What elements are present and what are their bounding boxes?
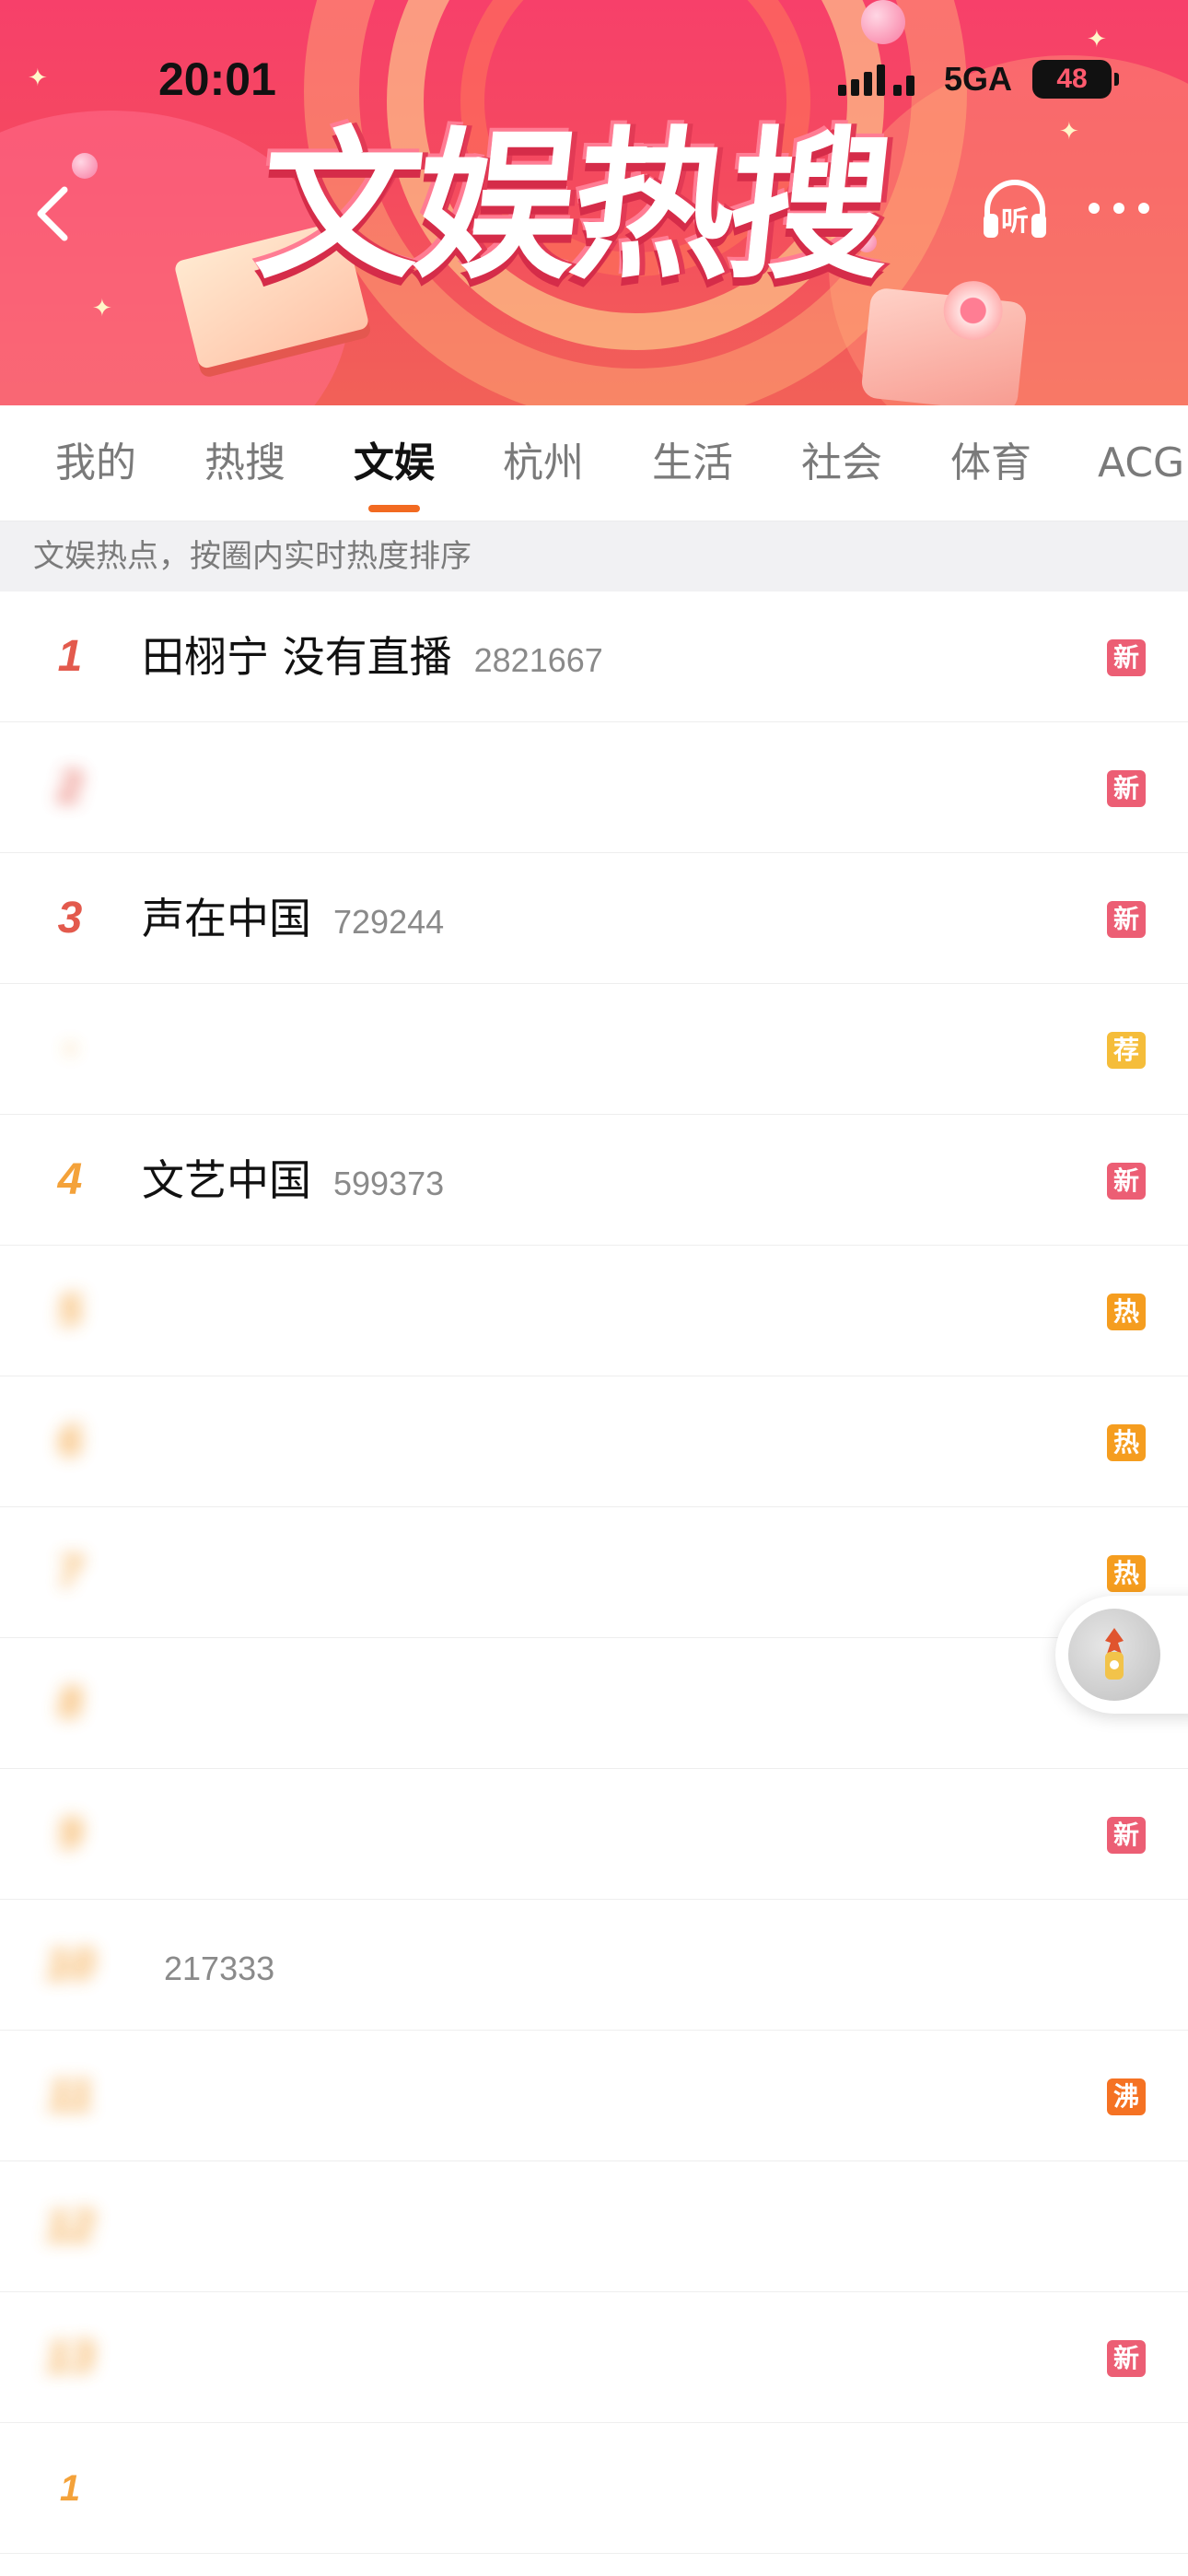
topic-text: 文艺中国 599373	[142, 1115, 444, 1246]
list-item[interactable]: 13 新	[0, 2292, 1188, 2423]
hot-search-list: 1 田栩宁 没有直播 2821667 新 2 新 3 声在中国 729244 新 •…	[0, 591, 1188, 2554]
sparkle-icon: ✦	[1059, 118, 1079, 146]
list-item[interactable]: 11 沸	[0, 2031, 1188, 2161]
heat-value: 217333	[164, 1950, 275, 1987]
topic-title: 文艺中国	[142, 1155, 311, 1205]
rank-number: 13	[45, 2333, 95, 2382]
tab-sports[interactable]: 体育	[950, 433, 1031, 494]
tab-mine[interactable]: 我的	[55, 433, 136, 494]
topic-text	[142, 984, 164, 1115]
heat-value: 729244	[333, 903, 445, 941]
list-item[interactable]: 4 文艺中国 599373 新	[0, 1115, 1188, 1246]
rank-number: 11	[47, 2071, 93, 2120]
list-item[interactable]: 12	[0, 2161, 1188, 2292]
rank-number: 7	[57, 1548, 83, 1597]
list-item[interactable]: 1	[0, 2423, 1188, 2554]
hot-badge: 热	[1107, 1555, 1146, 1592]
floating-assistant-button[interactable]	[1055, 1596, 1188, 1714]
rank-number: 1	[57, 632, 83, 681]
new-badge: 新	[1107, 901, 1146, 938]
camera-illustration	[860, 277, 1028, 405]
tab-society[interactable]: 社会	[801, 433, 882, 494]
rank-number: 8	[57, 1679, 83, 1727]
banner-decoration	[861, 0, 905, 44]
tab-entertainment[interactable]: 文娱	[354, 433, 435, 494]
listen-button[interactable]: 听	[976, 171, 1054, 249]
topic-text: 217333	[142, 1900, 274, 2031]
chevron-left-icon	[37, 186, 68, 241]
hot-badge: 热	[1107, 1294, 1146, 1330]
heat-value: 2821667	[473, 641, 603, 679]
sparkle-icon: ✦	[92, 295, 112, 322]
rank-number: 12	[45, 2202, 95, 2251]
more-button[interactable]	[1077, 175, 1160, 249]
list-item[interactable]: • 荐	[0, 984, 1188, 1115]
category-tabs: 我的 热搜 文娱 杭州 生活 社会 体育 ACG	[0, 405, 1188, 521]
rank-number: 9	[57, 1809, 83, 1858]
network-label: 5GA	[944, 60, 1013, 98]
rank-number: 2	[57, 763, 83, 812]
topic-title: 田栩宁 没有直播	[142, 632, 452, 682]
list-description: 文娱热点，按圈内实时热度排序	[0, 521, 1188, 591]
boiling-badge: 沸	[1107, 2078, 1146, 2115]
more-dots-icon	[1089, 203, 1149, 214]
sparkle-icon: ✦	[1087, 26, 1107, 53]
topic-text	[142, 1638, 164, 1769]
tab-hot-search[interactable]: 热搜	[204, 433, 285, 494]
list-item[interactable]: 10 217333	[0, 1900, 1188, 2031]
topic-text	[142, 1769, 164, 1900]
sparkle-icon: ✦	[28, 64, 48, 92]
signal-icon	[838, 63, 914, 96]
back-button[interactable]	[18, 175, 92, 249]
mascot-icon	[1068, 1609, 1160, 1701]
recommend-badge: 荐	[1107, 1032, 1146, 1069]
tab-hangzhou[interactable]: 杭州	[503, 433, 584, 494]
svg-text:听: 听	[1001, 205, 1029, 238]
topic-title: 声在中国	[142, 894, 311, 943]
new-badge: 新	[1107, 1163, 1146, 1200]
list-item[interactable]: 8	[0, 1638, 1188, 1769]
list-item[interactable]: 2 新	[0, 722, 1188, 853]
topic-text	[142, 2423, 164, 2554]
active-tab-indicator	[368, 505, 420, 512]
list-item[interactable]: 5 热	[0, 1246, 1188, 1376]
list-item[interactable]: 3 声在中国 729244 新	[0, 853, 1188, 984]
new-badge: 新	[1107, 639, 1146, 676]
rank-number: 5	[57, 1286, 83, 1335]
rank-number: 10	[45, 1940, 95, 1989]
topic-text: 田栩宁 没有直播 2821667	[142, 591, 603, 722]
page-title: 文娱热搜	[250, 112, 896, 301]
new-badge: 新	[1107, 2340, 1146, 2377]
headphones-icon: 听	[984, 180, 1046, 238]
tab-acg[interactable]: ACG	[1098, 433, 1184, 494]
topic-text	[142, 1376, 164, 1507]
topic-text	[142, 1246, 164, 1376]
heat-value: 599373	[333, 1165, 445, 1202]
hot-badge: 热	[1107, 1424, 1146, 1461]
status-indicators: 5GA 48	[838, 55, 1120, 103]
rank-number: 4	[57, 1155, 83, 1204]
topic-text: 声在中国 729244	[142, 853, 444, 984]
topic-text	[142, 722, 164, 853]
topic-text	[142, 2161, 164, 2292]
rank-number: 1	[59, 2468, 81, 2509]
status-time: 20:01	[158, 53, 276, 105]
battery-icon: 48	[1032, 60, 1120, 99]
list-item[interactable]: 7 热	[0, 1507, 1188, 1638]
topic-text	[142, 2031, 164, 2161]
topic-text	[142, 2292, 164, 2423]
rank-number: •	[64, 1034, 76, 1064]
topic-text	[142, 1507, 164, 1638]
list-item[interactable]: 1 田栩宁 没有直播 2821667 新	[0, 591, 1188, 722]
new-badge: 新	[1107, 770, 1146, 807]
list-item[interactable]: 9 新	[0, 1769, 1188, 1900]
tab-life[interactable]: 生活	[652, 433, 733, 494]
rank-number: 3	[57, 894, 83, 943]
new-badge: 新	[1107, 1817, 1146, 1854]
rank-number: 6	[57, 1417, 83, 1466]
list-item[interactable]: 6 热	[0, 1376, 1188, 1507]
